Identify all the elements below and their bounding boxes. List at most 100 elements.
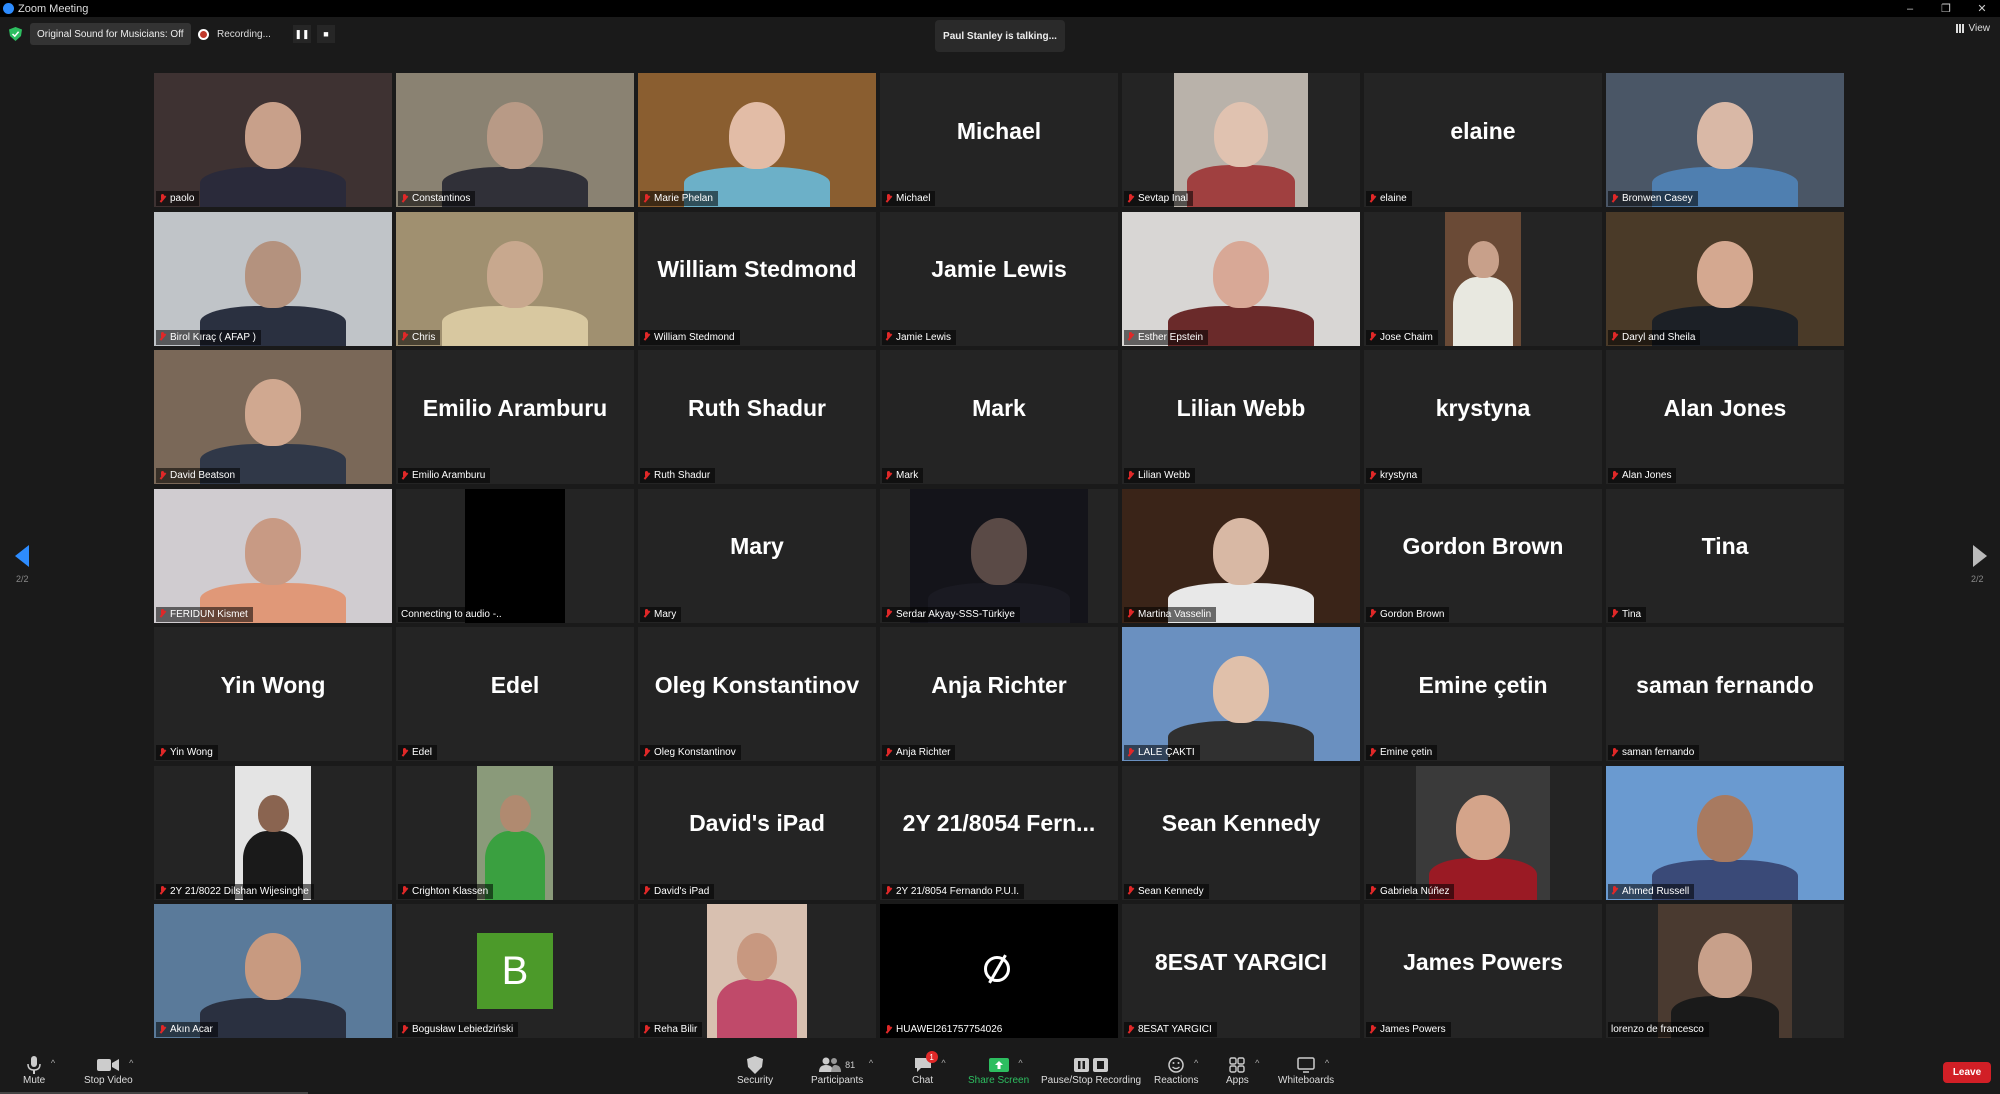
pause-stop-recording-button[interactable]: Pause/Stop Recording bbox=[1041, 1055, 1141, 1086]
video-options-caret[interactable]: ^ bbox=[129, 1058, 133, 1068]
participant-tile[interactable]: Sevtap Inal bbox=[1122, 73, 1360, 207]
apps-button[interactable]: ^ Apps bbox=[1226, 1055, 1259, 1086]
participant-name-label: Tina bbox=[1608, 606, 1647, 622]
participant-name-label: HUAWEI261757754026 bbox=[882, 1022, 1008, 1037]
close-button[interactable]: ✕ bbox=[1964, 0, 2000, 17]
share-screen-button[interactable]: ^ Share Screen bbox=[968, 1055, 1029, 1086]
participant-tile[interactable]: Michael Michael bbox=[880, 73, 1118, 207]
participant-tile[interactable]: Connecting to audio -.. bbox=[396, 488, 634, 623]
participant-name-label: Connecting to audio -.. bbox=[398, 606, 507, 622]
participant-tile[interactable]: Jose Chaim bbox=[1364, 211, 1602, 346]
participant-tile[interactable]: Serdar Akyay-SSS-Türkiye bbox=[880, 488, 1118, 623]
participant-shoulders bbox=[200, 998, 346, 1038]
participant-shoulders bbox=[484, 830, 546, 900]
chat-options-caret[interactable]: ^ bbox=[941, 1058, 945, 1068]
muted-microphone-icon bbox=[1369, 747, 1376, 758]
leave-button[interactable]: Leave bbox=[1943, 1062, 1991, 1083]
participant-tile[interactable]: Emine çetin Emine çetin bbox=[1364, 627, 1602, 761]
participant-tile[interactable]: 2Y 21/8022 Dilshan Wijesinghe bbox=[154, 765, 392, 900]
reactions-options-caret[interactable]: ^ bbox=[1194, 1058, 1198, 1068]
view-button[interactable]: View bbox=[1955, 23, 1990, 34]
participant-tile[interactable]: krystyna krystyna bbox=[1364, 350, 1602, 484]
participant-tile[interactable]: Lilian Webb Lilian Webb bbox=[1122, 350, 1360, 484]
participant-tile[interactable]: Jamie Lewis Jamie Lewis bbox=[880, 211, 1118, 346]
participant-tile[interactable]: James Powers James Powers bbox=[1364, 904, 1602, 1038]
chat-button[interactable]: 1 ^ Chat bbox=[912, 1051, 946, 1086]
participant-tile[interactable]: William Stedmond William Stedmond bbox=[638, 211, 876, 346]
participant-tile[interactable]: Constantinos bbox=[396, 73, 634, 207]
mute-button[interactable]: ^ Mute bbox=[23, 1055, 55, 1086]
chat-label: Chat bbox=[912, 1075, 934, 1086]
participant-tile[interactable]: Yin Wong Yin Wong bbox=[154, 627, 392, 761]
participant-tile[interactable]: Daryl and Sheila bbox=[1606, 211, 1844, 346]
participant-display-name: krystyna bbox=[1435, 394, 1531, 421]
security-button[interactable]: Security bbox=[737, 1055, 773, 1086]
participant-tile[interactable]: HUAWEI261757754026 bbox=[880, 904, 1118, 1038]
participant-tile[interactable]: Ahmed Russell bbox=[1606, 765, 1844, 900]
participant-tile[interactable]: Esther Epstein bbox=[1122, 211, 1360, 346]
participant-name-label: Jose Chaim bbox=[1366, 329, 1438, 345]
participant-tile[interactable]: lorenzo de francesco bbox=[1606, 904, 1844, 1038]
reactions-button[interactable]: ^ Reactions bbox=[1154, 1055, 1198, 1086]
share-options-caret[interactable]: ^ bbox=[1018, 1058, 1022, 1068]
participant-tile[interactable]: LALE ÇAKTI bbox=[1122, 627, 1360, 761]
participant-name-label: saman fernando bbox=[1608, 745, 1700, 760]
participant-name: 2Y 21/8054 Fernando P.U.I. bbox=[896, 885, 1020, 897]
participant-tile[interactable]: Anja Richter Anja Richter bbox=[880, 627, 1118, 761]
participant-tile[interactable]: Akın Acar bbox=[154, 904, 392, 1038]
participant-tile[interactable]: Oleg Konstantinov Oleg Konstantinov bbox=[638, 627, 876, 761]
participants-label: Participants bbox=[811, 1075, 864, 1086]
stop-recording-button[interactable]: ■ bbox=[316, 25, 335, 43]
restore-button[interactable]: ❐ bbox=[1928, 0, 1964, 17]
participant-tile[interactable]: elaine elaine bbox=[1364, 73, 1602, 207]
participant-tile[interactable]: Crighton Klassen bbox=[396, 765, 634, 900]
stop-video-button[interactable]: ^ Stop Video bbox=[84, 1055, 133, 1086]
participant-tile[interactable]: David's iPad David's iPad bbox=[638, 765, 876, 900]
participant-tile[interactable]: Emilio Aramburu Emilio Aramburu bbox=[396, 350, 634, 484]
participant-tile[interactable]: Gabriela Núñez bbox=[1364, 765, 1602, 900]
participant-tile[interactable]: Reha Bilir bbox=[638, 904, 876, 1038]
previous-page-arrow-icon[interactable] bbox=[15, 545, 29, 567]
participant-tile[interactable]: Chris bbox=[396, 211, 634, 346]
participant-tile[interactable]: Birol Kıraç ( AFAP ) bbox=[154, 211, 392, 346]
participant-tile[interactable]: saman fernando saman fernando bbox=[1606, 627, 1844, 761]
minimize-button[interactable]: – bbox=[1892, 0, 1928, 17]
muted-microphone-icon bbox=[885, 332, 892, 342]
next-page-arrow-icon[interactable] bbox=[1973, 545, 1987, 567]
security-shield-icon[interactable] bbox=[9, 27, 22, 41]
participant-tile[interactable]: Sean Kennedy Sean Kennedy bbox=[1122, 765, 1360, 900]
participant-tile[interactable]: Marie Phelan bbox=[638, 73, 876, 207]
muted-microphone-icon bbox=[159, 332, 166, 342]
participant-tile[interactable]: Ruth Shadur Ruth Shadur bbox=[638, 350, 876, 484]
mute-options-caret[interactable]: ^ bbox=[51, 1058, 55, 1068]
whiteboards-options-caret[interactable]: ^ bbox=[1325, 1058, 1329, 1068]
participant-tile[interactable]: Mark Mark bbox=[880, 350, 1118, 484]
participant-tile[interactable]: Martina Vasselin bbox=[1122, 488, 1360, 623]
muted-microphone-icon bbox=[1127, 193, 1134, 204]
participant-tile[interactable]: 2Y 21/8054 Fern... 2Y 21/8054 Fernando P.… bbox=[880, 765, 1118, 900]
participant-tile[interactable]: B Bogusław Lebiedziński bbox=[396, 904, 634, 1038]
participant-tile[interactable]: paolo bbox=[154, 73, 392, 207]
participants-options-caret[interactable]: ^ bbox=[869, 1058, 873, 1068]
participant-tile[interactable]: Edel Edel bbox=[396, 627, 634, 761]
participant-name: Yin Wong bbox=[170, 747, 213, 758]
participant-tile[interactable]: Tina Tina bbox=[1606, 488, 1844, 623]
participant-name: Alan Jones bbox=[1622, 470, 1672, 481]
whiteboards-button[interactable]: ^ Whiteboards bbox=[1278, 1055, 1334, 1086]
participant-name: lorenzo de francesco bbox=[1611, 1024, 1704, 1035]
participant-tile[interactable]: 8ESAT YARGICI 8ESAT YARGICI bbox=[1122, 904, 1360, 1038]
video-camera-icon: ^ bbox=[97, 1055, 133, 1075]
pause-recording-button[interactable]: ❚❚ bbox=[292, 25, 311, 43]
original-sound-toggle[interactable]: Original Sound for Musicians: Off bbox=[30, 23, 191, 45]
participants-button[interactable]: 81 ^ Participants bbox=[811, 1055, 873, 1086]
participant-tile[interactable]: Mary Mary bbox=[638, 488, 876, 623]
participant-face bbox=[971, 517, 1027, 585]
apps-options-caret[interactable]: ^ bbox=[1255, 1058, 1259, 1068]
participant-name: 8ESAT YARGICI bbox=[1138, 1024, 1212, 1035]
participant-tile[interactable]: Bronwen Casey bbox=[1606, 73, 1844, 207]
participant-tile[interactable]: FERIDUN Kismet bbox=[154, 488, 392, 623]
participant-tile[interactable]: Gordon Brown Gordon Brown bbox=[1364, 488, 1602, 623]
participant-tile[interactable]: Alan Jones Alan Jones bbox=[1606, 350, 1844, 484]
participant-name: Esther Epstein bbox=[1138, 331, 1204, 343]
participant-tile[interactable]: David Beatson bbox=[154, 350, 392, 484]
